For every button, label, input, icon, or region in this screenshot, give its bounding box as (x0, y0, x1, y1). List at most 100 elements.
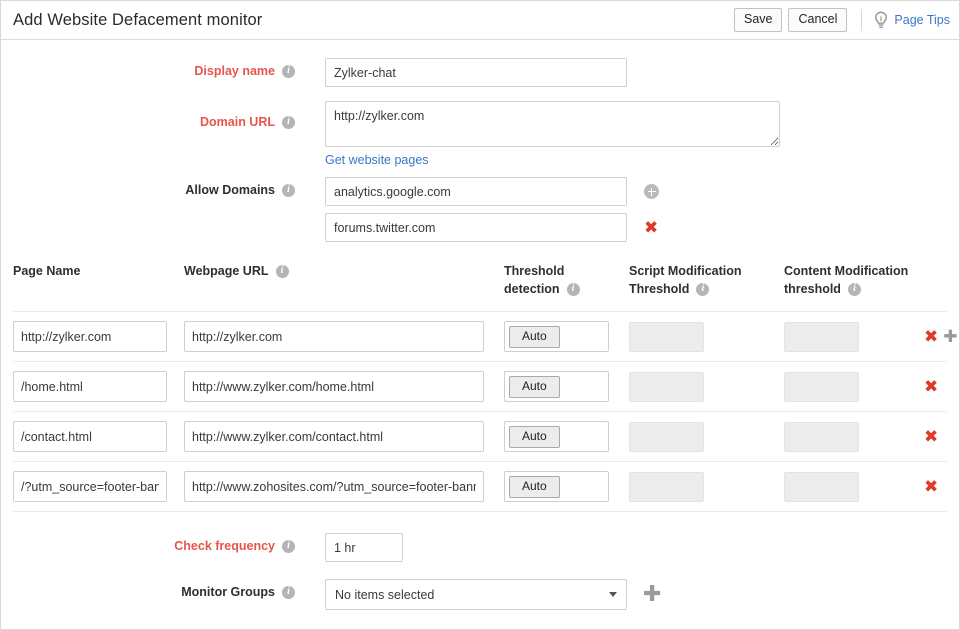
content-threshold-line-1: Content Modification (784, 262, 924, 280)
column-header-page-name: Page Name (13, 262, 184, 280)
page-tips-button[interactable]: Page Tips (873, 11, 950, 30)
info-icon[interactable] (282, 184, 295, 197)
monitor-groups-selected-value: No items selected (335, 588, 434, 602)
display-name-input[interactable] (325, 58, 627, 87)
delete-row-icon-1[interactable]: ✖ (924, 330, 938, 344)
info-icon[interactable] (282, 65, 295, 78)
field-row-allow-domains: Allow Domains ✖ (1, 177, 959, 242)
allow-domain-input-2[interactable] (325, 213, 627, 242)
cell-webpage-url (184, 471, 504, 502)
add-monitor-group-icon[interactable]: ✚ (643, 586, 661, 604)
save-button[interactable]: Save (734, 8, 783, 32)
info-icon[interactable] (696, 283, 709, 296)
check-frequency-label: Check frequency (174, 539, 275, 553)
header-actions: Save Cancel Page Tips (728, 8, 950, 32)
check-frequency-label-group: Check frequency (1, 533, 295, 553)
domain-url-input[interactable] (325, 101, 780, 147)
info-icon[interactable] (848, 283, 861, 296)
webpage-url-header-label: Webpage URL (184, 262, 269, 280)
form-area: Display name Domain URL Get website page… (1, 40, 959, 242)
header-divider (861, 9, 862, 31)
cancel-button[interactable]: Cancel (788, 8, 847, 32)
cell-script-modification-threshold (629, 472, 784, 502)
threshold-detection-box-1: Auto (504, 321, 609, 352)
content-threshold-input-1 (784, 322, 859, 352)
info-icon[interactable] (282, 540, 295, 553)
webpage-url-input-4[interactable] (184, 471, 484, 502)
auto-button-4[interactable]: Auto (509, 476, 560, 498)
auto-button-2[interactable]: Auto (509, 376, 560, 398)
page-name-input-2[interactable] (13, 371, 167, 402)
page-title: Add Website Defacement monitor (13, 11, 262, 30)
close-icon[interactable]: ✖ (644, 221, 658, 235)
table-header-row: Page Name Webpage URL Threshold detectio… (13, 262, 947, 311)
webpage-url-header-label-group: Webpage URL (184, 262, 289, 280)
cell-row-actions: ✖ (924, 380, 947, 394)
cell-row-actions: ✖ (924, 430, 947, 444)
cell-content-modification-threshold (784, 372, 924, 402)
lightbulb-icon (873, 11, 889, 30)
monitor-groups-select[interactable]: No items selected (325, 579, 627, 610)
info-icon[interactable] (282, 116, 295, 129)
info-icon[interactable] (567, 283, 580, 296)
delete-row-icon-2[interactable]: ✖ (924, 380, 938, 394)
page-name-header-label: Page Name (13, 262, 80, 280)
delete-row-icon-3[interactable]: ✖ (924, 430, 938, 444)
column-header-threshold-detection: Threshold detection (504, 262, 629, 298)
chevron-down-icon (609, 592, 617, 597)
cell-content-modification-threshold (784, 422, 924, 452)
field-row-check-frequency: Check frequency (1, 533, 959, 562)
cell-threshold-detection: Auto (504, 371, 629, 402)
threshold-detection-line-1: Threshold (504, 262, 629, 280)
column-header-webpage-url: Webpage URL (184, 262, 504, 280)
cell-webpage-url (184, 421, 504, 452)
webpage-url-input-2[interactable] (184, 371, 484, 402)
display-name-control (295, 58, 627, 87)
get-website-pages-link[interactable]: Get website pages (325, 153, 429, 167)
allow-domains-label: Allow Domains (185, 183, 275, 197)
auto-button-3[interactable]: Auto (509, 426, 560, 448)
delete-row-icon-4[interactable]: ✖ (924, 480, 938, 494)
script-threshold-line-2: Threshold (629, 280, 689, 298)
content-threshold-line-2-group: threshold (784, 280, 861, 298)
threshold-detection-line-2-group: detection (504, 280, 580, 298)
webpage-url-input-3[interactable] (184, 421, 484, 452)
field-row-display-name: Display name (1, 58, 959, 87)
auto-button-1[interactable]: Auto (509, 326, 560, 348)
page-name-input-3[interactable] (13, 421, 167, 452)
threshold-detection-line-2: detection (504, 280, 560, 298)
info-icon[interactable] (282, 586, 295, 599)
allow-domain-row: ✖ (325, 213, 659, 242)
script-threshold-input-4 (629, 472, 704, 502)
field-row-domain-url: Domain URL Get website pages (1, 101, 959, 167)
bottom-form-area: Check frequency Monitor Groups No items … (1, 533, 959, 610)
info-icon[interactable] (276, 265, 289, 278)
cell-page-name (13, 371, 184, 402)
script-threshold-line-1: Script Modification (629, 262, 784, 280)
cell-script-modification-threshold (629, 422, 784, 452)
cell-webpage-url (184, 321, 504, 352)
content-threshold-input-4 (784, 472, 859, 502)
check-frequency-input[interactable] (325, 533, 403, 562)
field-row-monitor-groups: Monitor Groups No items selected ✚ (1, 579, 959, 610)
check-frequency-control (295, 533, 403, 562)
cell-threshold-detection: Auto (504, 421, 629, 452)
display-name-label: Display name (194, 64, 275, 78)
content-threshold-line-2: threshold (784, 280, 841, 298)
domain-url-control: Get website pages (295, 101, 780, 167)
add-row-icon[interactable]: ✚ (943, 330, 957, 344)
cell-content-modification-threshold (784, 472, 924, 502)
table-row: Auto ✖ (13, 361, 947, 411)
allow-domains-control: ✖ (295, 177, 659, 242)
get-website-pages-row: Get website pages (325, 152, 780, 167)
page-name-input-4[interactable] (13, 471, 167, 502)
table-row: Auto ✖ (13, 411, 947, 461)
allow-domain-input-1[interactable] (325, 177, 627, 206)
cell-threshold-detection: Auto (504, 321, 629, 352)
monitor-groups-label: Monitor Groups (181, 585, 275, 599)
table-row: Auto ✖ (13, 461, 947, 512)
webpage-url-input-1[interactable] (184, 321, 484, 352)
circle-plus-icon[interactable] (644, 184, 659, 199)
page-name-input-1[interactable] (13, 321, 167, 352)
allow-domain-row (325, 177, 659, 206)
